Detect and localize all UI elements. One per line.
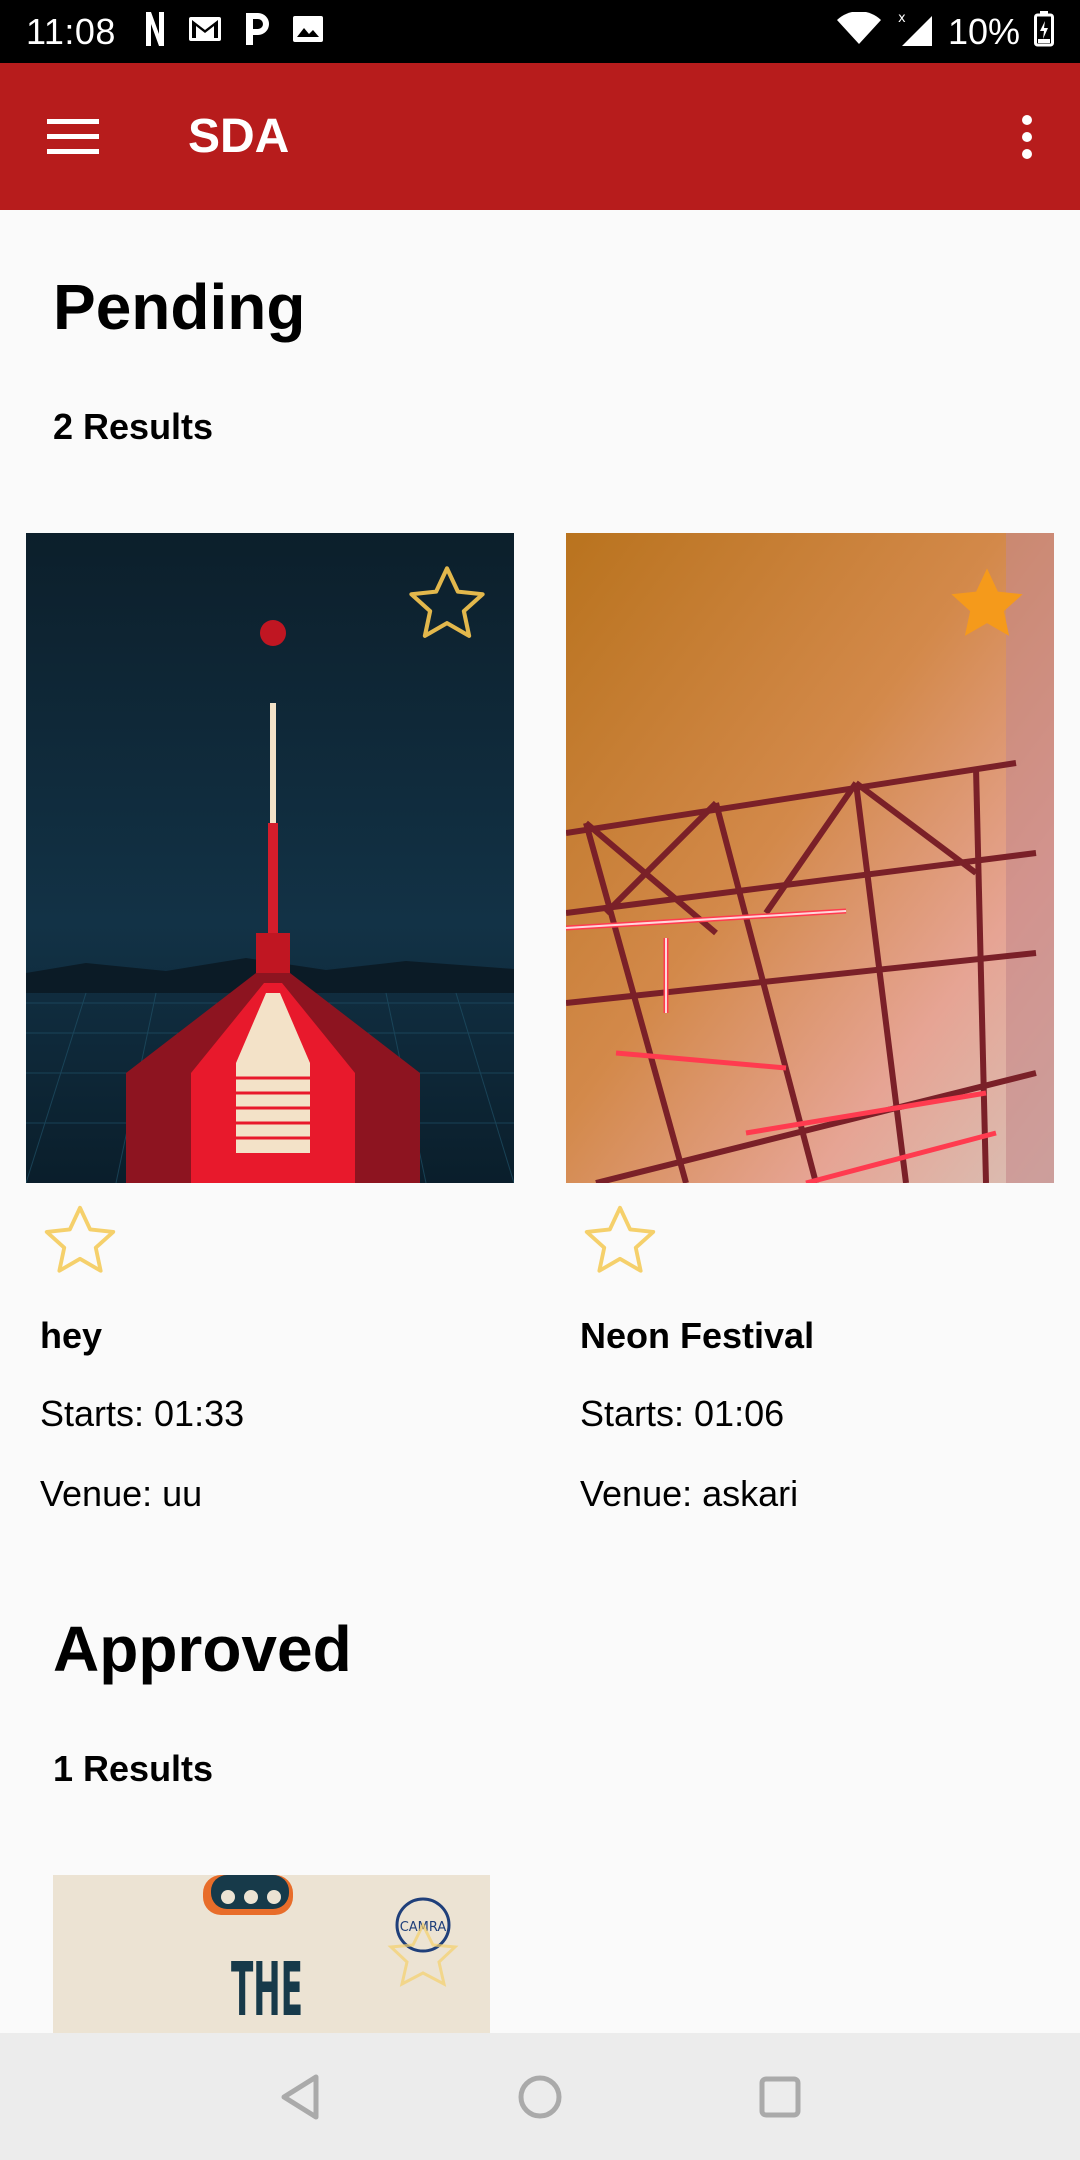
favorite-toggle[interactable] [402, 559, 492, 649]
more-options-button[interactable] [1002, 100, 1052, 174]
approved-image-text: THE [231, 1947, 303, 2033]
favorite-toggle[interactable] [942, 559, 1032, 649]
rating-star[interactable] [38, 1199, 122, 1283]
status-bar: 11:08 x 10% [0, 0, 1080, 63]
home-icon [518, 2075, 562, 2118]
event-list[interactable]: Pending 2 Results hey Starts: 01:33 Venu… [0, 210, 1080, 2033]
home-button[interactable] [500, 2057, 580, 2137]
event-image[interactable] [566, 533, 1054, 1183]
event-name: Neon Festival [580, 1315, 815, 1356]
event-card[interactable]: hey Starts: 01:33 Venue: uu [26, 533, 514, 1514]
pandora-icon [244, 13, 270, 50]
event-card[interactable]: Neon Festival Starts: 01:06 Venue: askar… [566, 533, 1054, 1514]
star-outline-icon [409, 566, 485, 638]
status-time: 11:08 [26, 10, 116, 52]
app-bar: SDA [0, 63, 1080, 210]
battery-icon [1034, 11, 1054, 52]
signal-icon: x [896, 10, 934, 53]
battery-percent: 10% [947, 10, 1020, 52]
approved-title: Approved [53, 1613, 352, 1685]
event-venue: Venue: uu [40, 1473, 203, 1514]
event-start-time: Starts: 01:33 [40, 1393, 245, 1434]
gmail-icon [188, 16, 222, 47]
menu-button[interactable] [36, 100, 110, 174]
svg-text:x: x [898, 11, 906, 26]
star-outline-icon [44, 1205, 116, 1273]
navigation-bar [0, 2033, 1080, 2160]
system-icons: x 10% [836, 10, 1054, 53]
wifi-icon [836, 11, 882, 51]
hamburger-icon [47, 118, 99, 154]
star-outline-icon [584, 1205, 656, 1273]
event-start-time: Starts: 01:06 [580, 1393, 785, 1434]
back-icon [281, 2074, 319, 2119]
recents-button[interactable] [740, 2057, 820, 2137]
pending-title: Pending [53, 271, 306, 343]
event-image[interactable] [26, 533, 514, 1183]
event-image[interactable]: THE CAMRA [53, 1875, 490, 2033]
pending-count: 2 Results [53, 406, 214, 447]
more-vert-icon [1022, 114, 1032, 159]
star-filled-icon [951, 568, 1023, 636]
image-icon [292, 15, 324, 48]
event-name: hey [40, 1315, 103, 1356]
notification-icons [144, 12, 324, 51]
app-title: SDA [188, 110, 290, 163]
approved-count: 1 Results [53, 1748, 214, 1789]
recents-icon [759, 2076, 801, 2117]
rating-star[interactable] [578, 1199, 662, 1283]
netflix-icon [144, 12, 166, 51]
back-button[interactable] [260, 2057, 340, 2137]
event-venue: Venue: askari [580, 1473, 799, 1514]
